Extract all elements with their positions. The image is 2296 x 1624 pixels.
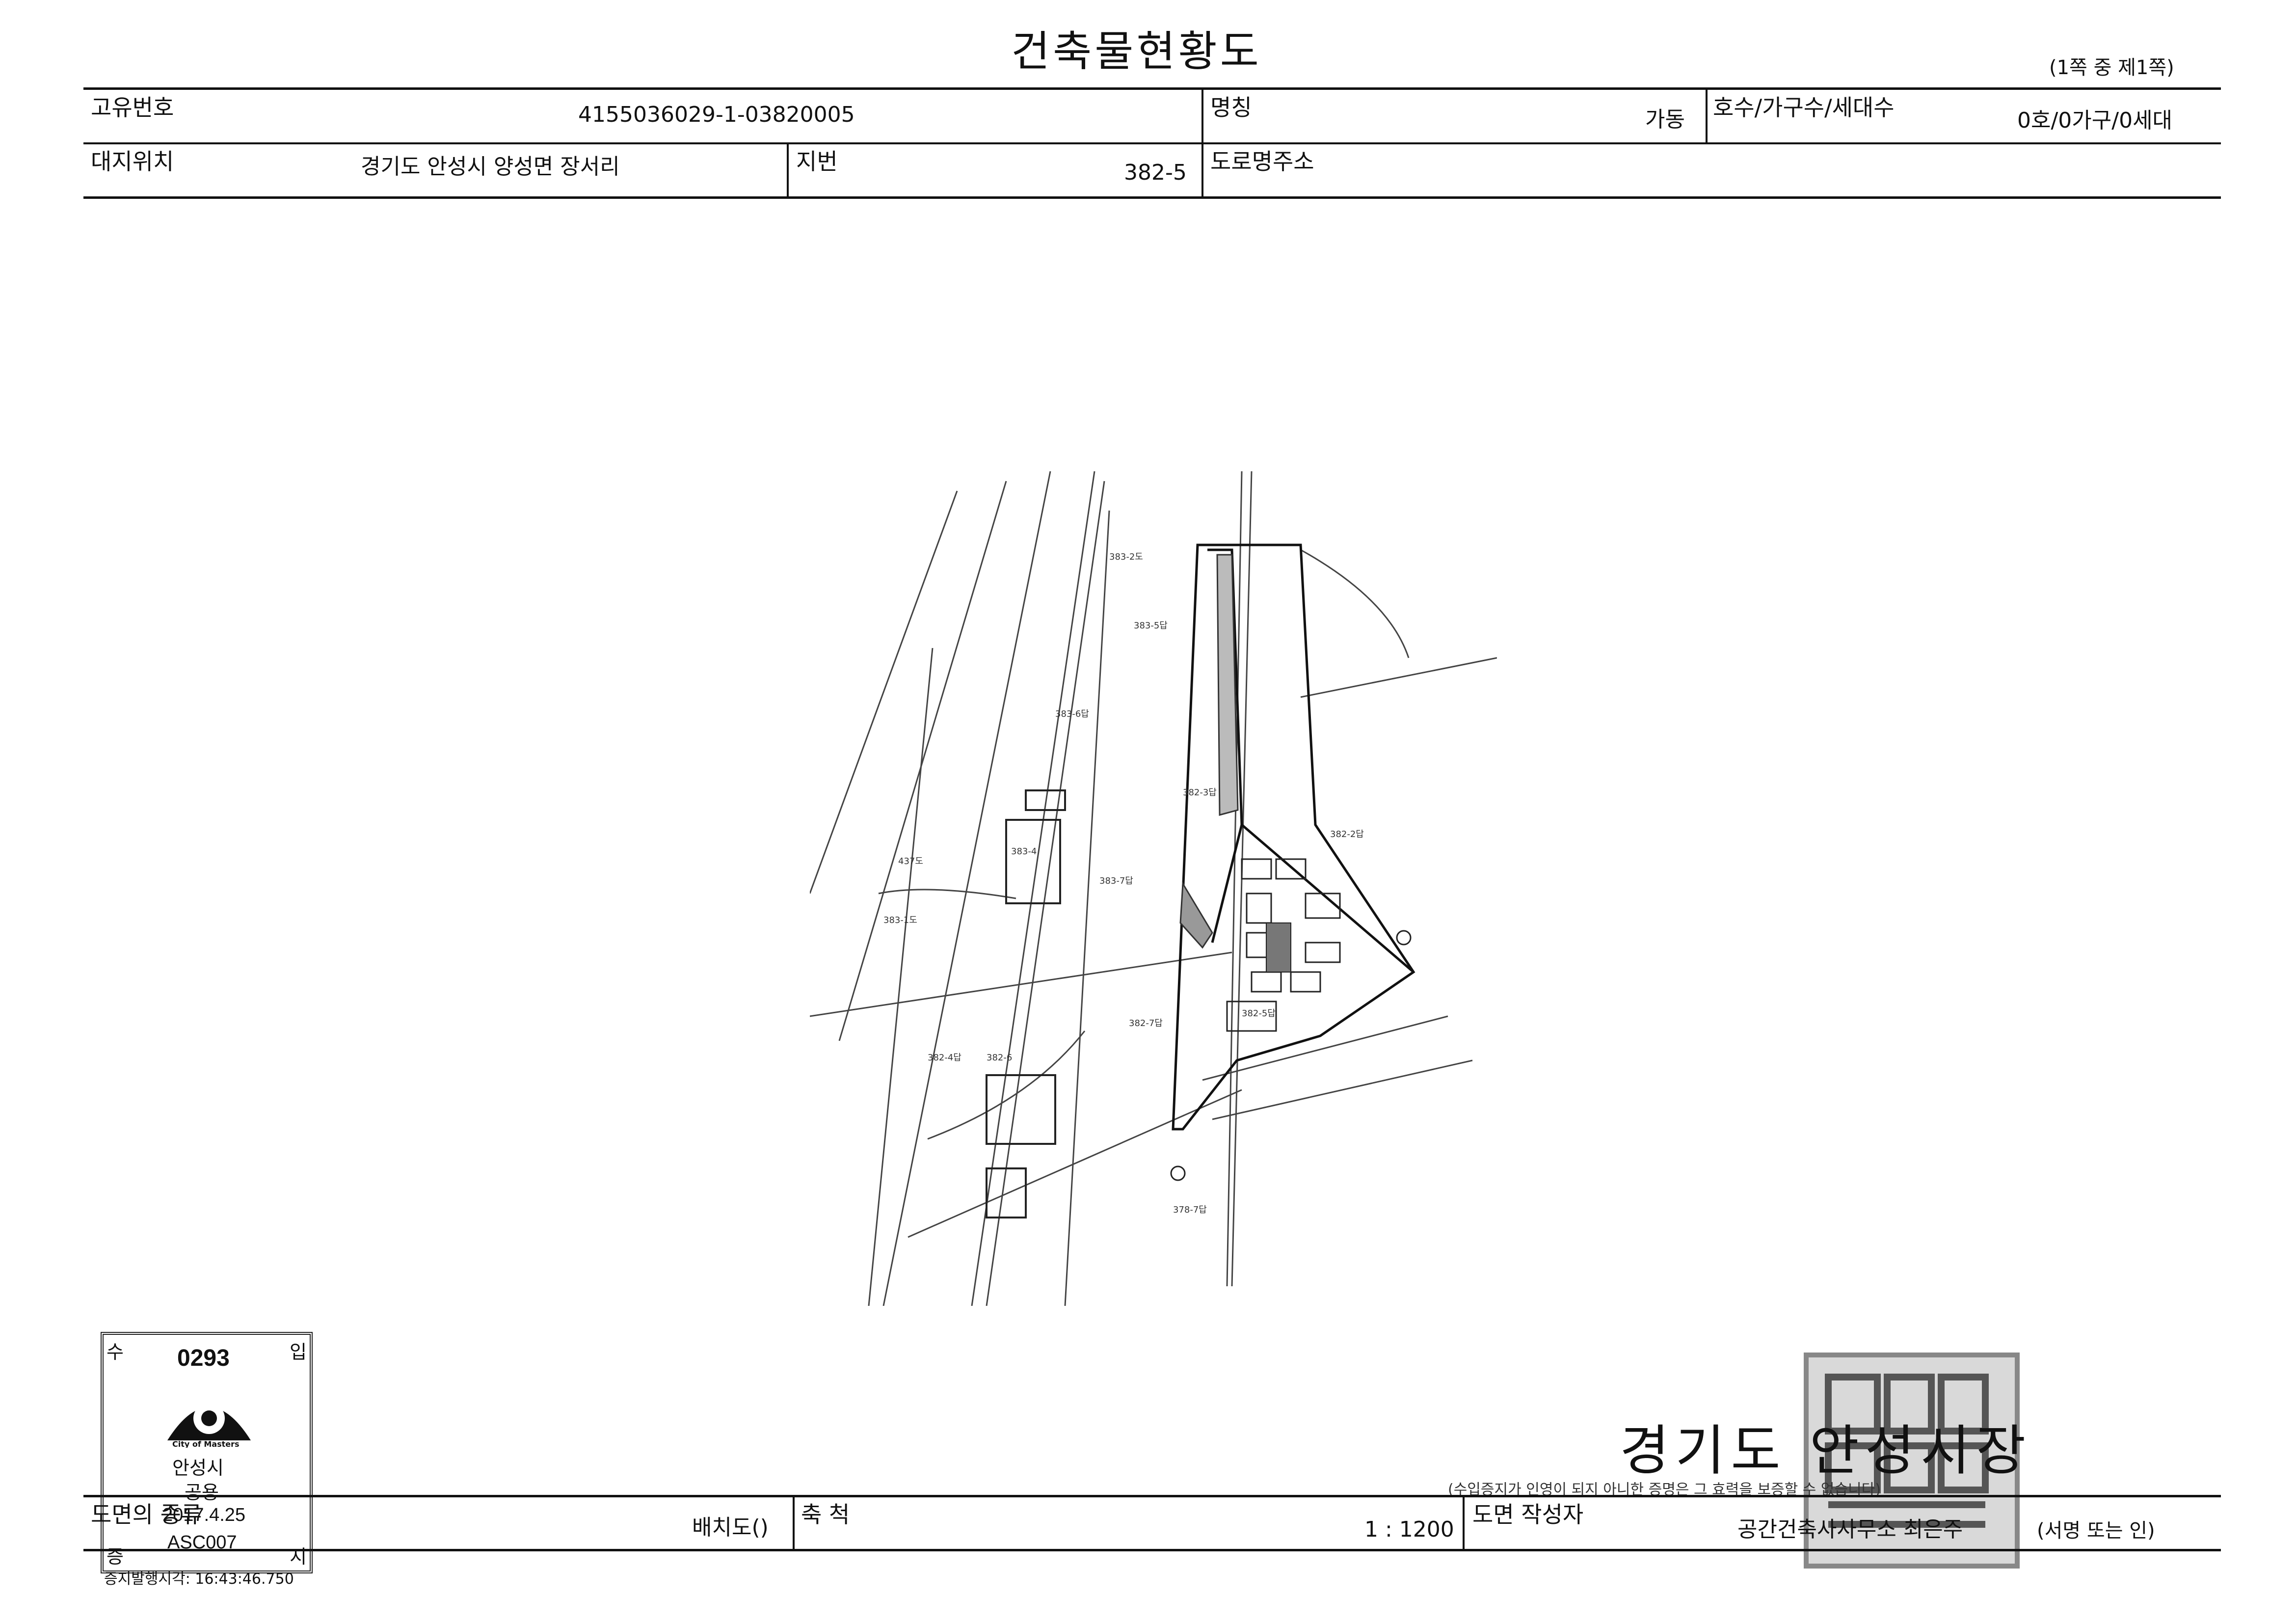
parcel-label: 382-3답 (1183, 787, 1217, 798)
name-value: 가동 (1645, 107, 1685, 132)
site-plan-drawing: 383-2도 383-5답 383-6답 382-3답 382-2답 383-4… (810, 471, 1497, 1306)
stamp-usage: 공용 (185, 1483, 219, 1503)
city-logo-icon: City of Masters (167, 1403, 251, 1448)
header-divider (1201, 142, 1203, 197)
scale-label: 축 척 (801, 1501, 850, 1528)
footer-divider (793, 1495, 795, 1550)
author-label: 도면 작성자 (1472, 1501, 1584, 1528)
parcel-label: 382-4답 (928, 1053, 961, 1063)
drawing-type-value: 배치도() (692, 1515, 769, 1540)
parcel-label: 382-7답 (1129, 1018, 1163, 1029)
header-mid-rule (83, 142, 2221, 144)
stamp-corner: 수 (107, 1342, 124, 1363)
parcel-label: 378-7답 (1173, 1205, 1207, 1215)
parcel-label: 383-1도 (883, 915, 917, 925)
issuer-name: 경기도 안성시장 (1620, 1419, 2032, 1482)
revenue-stamp: 수 입 증 지 0293 City of Masters 안성시 공용 2017… (101, 1332, 313, 1573)
footer-bottom-rule (83, 1549, 2221, 1551)
unique-no-value: 4155036029-1-03820005 (578, 102, 855, 127)
parcel-label: 382-6 (987, 1053, 1012, 1063)
footer-top-rule (83, 1495, 2221, 1497)
parcel-label: 382-5답 (1242, 1008, 1276, 1019)
footer-divider (1463, 1495, 1465, 1550)
scale-value: 1 : 1200 (1364, 1517, 1454, 1542)
parcel-label: 437도 (898, 856, 923, 866)
issued-time: 증지발행시각: 16:43:46.750 (104, 1570, 294, 1588)
page-title: 건축물현황도 (1011, 27, 1262, 76)
stamp-corner: 지 (290, 1547, 307, 1568)
stamp-corner: 입 (290, 1342, 307, 1363)
sign-hint: (서명 또는 인) (2037, 1519, 2155, 1542)
parcel-label: 383-5답 (1134, 621, 1168, 631)
header-divider (1201, 87, 1203, 142)
name-label: 명칭 (1210, 94, 1252, 121)
parcel-label: 383-7답 (1099, 876, 1133, 886)
header-divider (1706, 87, 1708, 142)
header-divider (787, 142, 789, 197)
units-label: 호수/가구수/세대수 (1713, 94, 1895, 121)
units-value: 0호/0가구/0세대 (2017, 108, 2173, 133)
svg-text:City of Masters: City of Masters (172, 1439, 240, 1448)
stamp-number: 0293 (177, 1345, 230, 1371)
parcel-label: 383-2도 (1109, 552, 1143, 562)
author-value: 공간건축사사무소 최은주 (1737, 1517, 1963, 1542)
road-label: 도로명주소 (1210, 148, 1314, 175)
stamp-city: 안성시 (172, 1458, 224, 1479)
parcel-label: 383-4 (1011, 846, 1037, 857)
lot-label: 지번 (796, 148, 838, 175)
stamp-corner: 증 (107, 1547, 124, 1568)
header-bottom-rule (83, 196, 2221, 199)
drawing-type-label: 도면의 종류 (91, 1501, 202, 1528)
site-label: 대지위치 (91, 148, 174, 175)
page-info: (1쪽 중 제1쪽) (2049, 56, 2174, 79)
parcel-label: 383-6답 (1055, 709, 1089, 719)
lot-value: 382-5 (1124, 160, 1187, 185)
header-top-rule (83, 87, 2221, 90)
unique-no-label: 고유번호 (91, 94, 174, 121)
site-value: 경기도 안성시 양성면 장서리 (361, 154, 620, 179)
parcel-label: 382-2답 (1330, 829, 1364, 839)
